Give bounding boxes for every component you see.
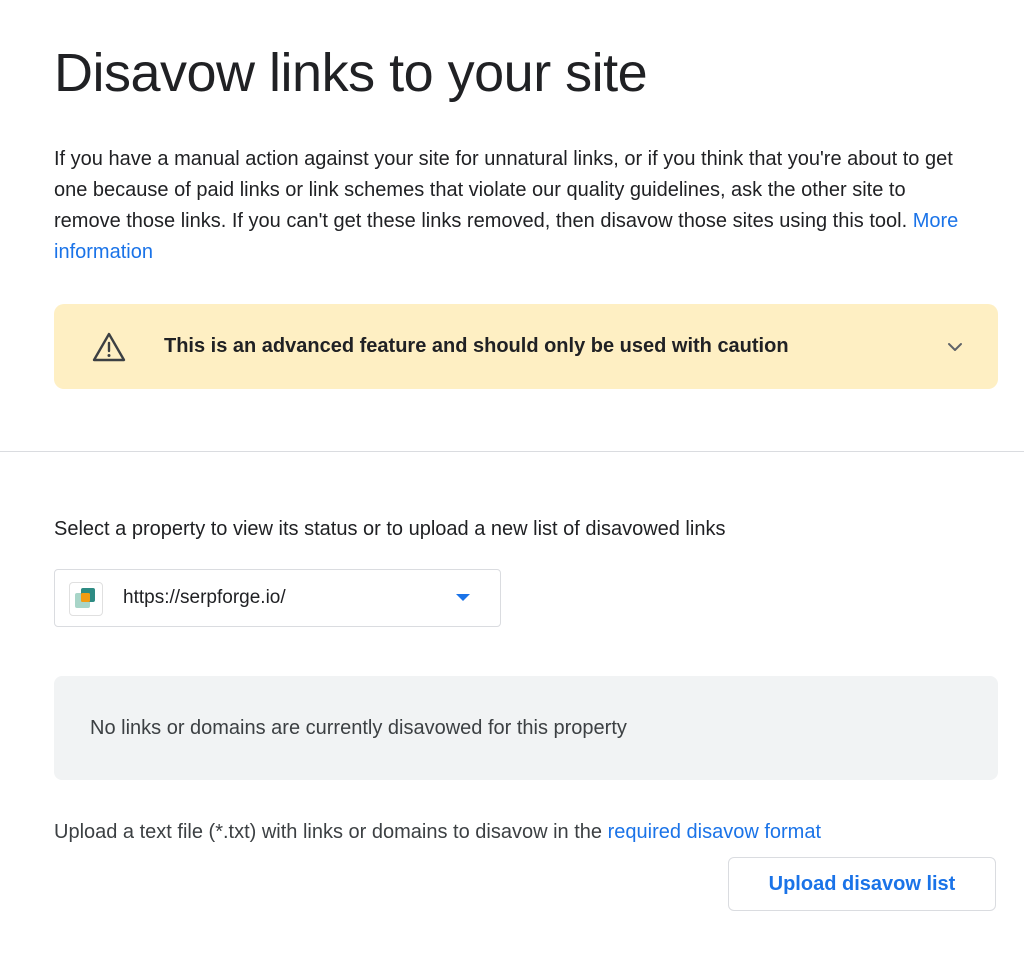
upload-description: Upload a text file (*.txt) with links or… bbox=[54, 817, 821, 847]
property-dropdown[interactable]: https://serpforge.io/ bbox=[54, 569, 501, 627]
caution-text: This is an advanced feature and should o… bbox=[164, 335, 789, 357]
dropdown-arrow-icon bbox=[456, 594, 470, 601]
selected-property: https://serpforge.io/ bbox=[123, 587, 286, 608]
intro-text: If you have a manual action against your… bbox=[54, 148, 953, 232]
section-divider bbox=[0, 451, 1024, 452]
intro-paragraph: If you have a manual action against your… bbox=[54, 144, 974, 268]
property-select-label: Select a property to view its status or … bbox=[54, 518, 726, 540]
required-format-link[interactable]: required disavow format bbox=[608, 821, 821, 843]
page-title: Disavow links to your site bbox=[54, 43, 648, 103]
upload-description-text: Upload a text file (*.txt) with links or… bbox=[54, 821, 603, 843]
disavow-status-panel: No links or domains are currently disavo… bbox=[54, 676, 998, 780]
status-message: No links or domains are currently disavo… bbox=[90, 717, 627, 739]
warning-triangle-icon bbox=[92, 332, 126, 362]
upload-disavow-button[interactable]: Upload disavow list bbox=[728, 857, 996, 911]
site-favicon-icon bbox=[69, 582, 103, 616]
chevron-down-icon[interactable] bbox=[944, 336, 966, 358]
